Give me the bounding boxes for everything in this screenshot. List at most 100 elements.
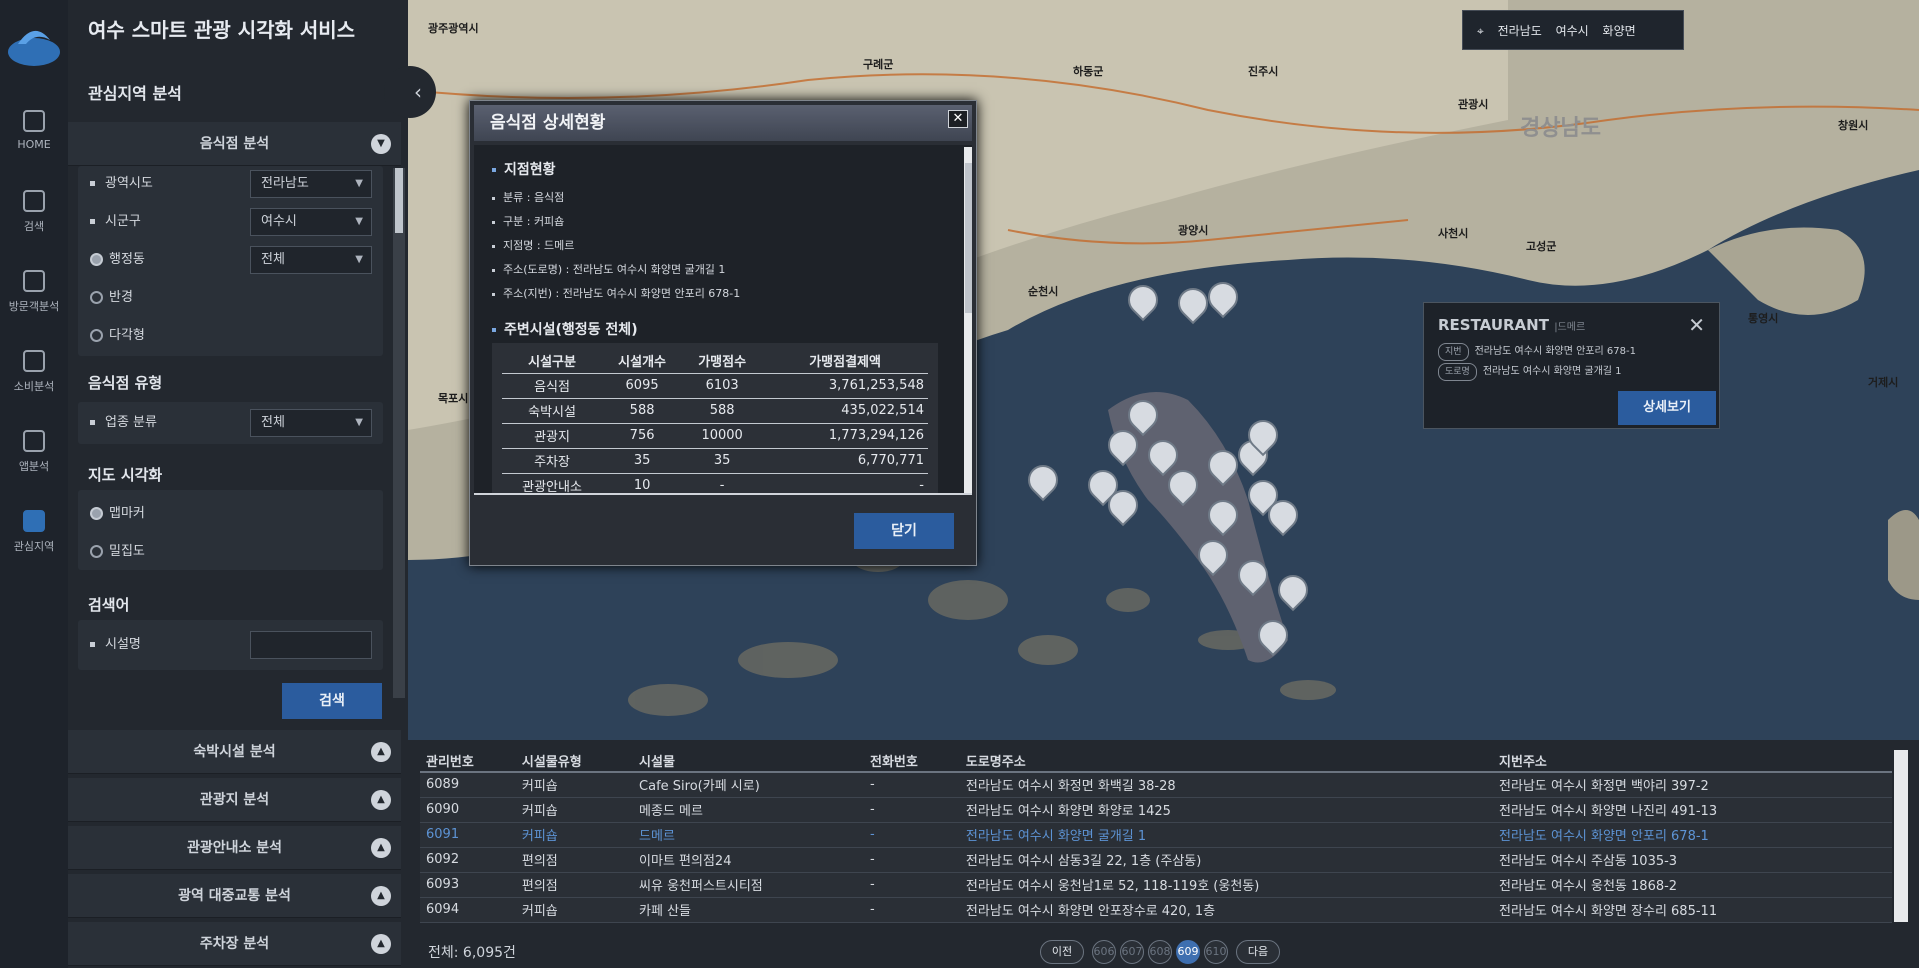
grid-row[interactable]: 6089 커피숍 Cafe Siro(카페 시로) - 전라남도 여수시 화정면 화백길… <box>420 772 1892 798</box>
caret-down-icon: ▼ <box>355 254 363 265</box>
grid-cell: 전라남도 여수시 화정면 백야리 397-2 <box>1493 772 1892 798</box>
jibun-tag: 지번 <box>1438 343 1469 361</box>
accordion-label: 주차장 분석 <box>199 936 270 952</box>
chevron-up-icon[interactable]: ▲ <box>371 790 391 810</box>
caret-down-icon: ▼ <box>355 216 363 227</box>
nav-item-앱분석[interactable]: 앱분석 <box>0 418 68 488</box>
panel-scrollbar-thumb[interactable] <box>395 168 403 233</box>
nav-item-HOME[interactable]: HOME <box>0 98 68 168</box>
panel-scrollbar[interactable] <box>393 168 405 698</box>
close-icon[interactable]: ✕ <box>1688 313 1705 337</box>
region-town[interactable]: 화양면 <box>1603 24 1636 38</box>
region-city[interactable]: 여수시 <box>1556 24 1589 38</box>
modal-body: 지점현황 분류 : 음식점 구분 : 커피숍 지점명 : 드메르 주소(도로명) : … <box>474 145 972 495</box>
nav-item-소비분석[interactable]: 소비분석 <box>0 338 68 408</box>
table-header: 가맹점수 <box>682 349 763 374</box>
next-page-button[interactable]: 다음 <box>1236 940 1280 964</box>
facility-label: 시설명 <box>105 637 141 652</box>
close-icon[interactable]: ✕ <box>948 110 968 128</box>
table-cell: 35 <box>682 448 763 474</box>
table-row: 음식점 6095 6103 3,761,253,548 <box>502 373 928 399</box>
grid-cell: 전라남도 여수시 삼동3길 22, 1층 (주삼동) <box>959 847 1494 873</box>
table-cell: 35 <box>602 448 683 474</box>
table-cell: 588 <box>602 398 683 424</box>
map-city-label: 거제시 <box>1868 376 1899 389</box>
nav-item-label: HOME <box>17 138 51 151</box>
province-select[interactable]: 전라남도 ▼ <box>250 170 372 198</box>
accordion-header[interactable]: 관광지 분석 ▲ <box>68 778 401 822</box>
panel-collapse-button[interactable]: ‹ <box>384 66 436 118</box>
caret-down-icon: ▼ <box>355 178 363 189</box>
card-icon <box>23 350 45 372</box>
polygon-label: 다각형 <box>109 328 145 343</box>
page-button[interactable]: 608 <box>1148 940 1172 964</box>
accordion-header[interactable]: 숙박시설 분석 ▲ <box>68 730 401 774</box>
grid-row[interactable]: 6091 커피숍 드메르 - 전라남도 여수시 화양면 굴개길 1 전라남도 여수시 화양… <box>420 822 1892 848</box>
table-cell: - <box>762 473 928 493</box>
chevron-up-icon[interactable]: ▲ <box>371 742 391 762</box>
chevron-up-icon[interactable]: ▲ <box>371 838 391 858</box>
region-province[interactable]: 전라남도 <box>1498 24 1542 38</box>
map-viz-box: 맵마커 밀집도 <box>78 490 383 570</box>
chevron-up-icon[interactable]: ▲ <box>371 886 391 906</box>
accordion-header[interactable]: 광역 대중교통 분석 ▲ <box>68 874 401 918</box>
detail-button[interactable]: 상세보기 <box>1618 391 1716 425</box>
nav-item-관심지역[interactable]: 관심지역 <box>0 498 68 568</box>
facility-name-input[interactable] <box>250 631 372 659</box>
table-cell: 6103 <box>682 373 763 399</box>
chevron-up-icon[interactable]: ▲ <box>371 934 391 954</box>
close-button[interactable]: 닫기 <box>854 513 954 549</box>
nav-item-label: 검색 <box>23 220 45 233</box>
chevron-left-icon[interactable]: ‹ <box>414 80 422 104</box>
nav-item-검색[interactable]: 검색 <box>0 178 68 248</box>
page-button[interactable]: 609 <box>1176 940 1200 964</box>
table-cell: 6095 <box>602 373 683 399</box>
chevron-down-icon[interactable]: ▼ <box>371 134 391 154</box>
accordion-header[interactable]: 관광안내소 분석 ▲ <box>68 826 401 870</box>
grid-cell: 전라남도 여수시 화양면 나진리 491-13 <box>1493 797 1892 823</box>
restaurant-accordion-header[interactable]: 음식점 분석 ▼ <box>68 122 401 166</box>
dong-select[interactable]: 전체 ▼ <box>250 246 372 274</box>
popup-title: RESTAURANT |드메르 <box>1438 316 1586 334</box>
region-selector[interactable]: ⌖ 전라남도 여수시 화양면 <box>1462 10 1684 50</box>
table-cell: 435,022,514 <box>762 398 928 424</box>
density-radio[interactable] <box>90 545 103 558</box>
category-select[interactable]: 전체 ▼ <box>250 409 372 437</box>
page-button[interactable]: 606 <box>1092 940 1116 964</box>
accordion-header[interactable]: 주차장 분석 ▲ <box>68 922 401 966</box>
page-button[interactable]: 607 <box>1120 940 1144 964</box>
grid-row[interactable]: 6092 편의점 이마트 편의점24- 전라남도 여수시 삼동3길 22, 1층 (주… <box>420 847 1892 873</box>
popup-jibun: 지번 전라남도 여수시 화양면 안포리 678-1 <box>1438 343 1636 361</box>
density-label: 밀집도 <box>109 544 145 559</box>
caret-down-icon: ▼ <box>355 417 363 428</box>
grid-cell: 커피숍 <box>515 797 634 823</box>
grid-scrollbar[interactable] <box>1894 750 1908 922</box>
map-city-label: 광주광역시 <box>428 22 479 35</box>
modal-scrollbar-thumb[interactable] <box>965 163 972 313</box>
grid-header: 지번주소 <box>1493 750 1892 773</box>
dong-radio[interactable] <box>90 253 103 266</box>
search-button[interactable]: 검색 <box>282 683 382 719</box>
nearby-facilities-table: 시설구분 시설개수 가맹점수 가맹점결제액 음식점 6095 6103 3,761,253,5… <box>492 343 938 493</box>
grid-row[interactable]: 6090 커피숍 메종드 메르 - 전라남도 여수시 화양면 화양로 1425 전라남도 … <box>420 797 1892 823</box>
table-header: 시설구분 <box>502 349 603 374</box>
table-cell: 관광안내소 <box>502 473 603 493</box>
polygon-radio[interactable] <box>90 329 103 342</box>
grid-header: 도로명주소 <box>959 750 1494 773</box>
grid-row[interactable]: 6093 편의점 씨유 웅천퍼스트시티점 - 전라남도 여수시 웅천남1로 52, 11… <box>420 872 1892 898</box>
grid-cell: 6090 <box>420 797 516 823</box>
table-cell: 관광지 <box>502 423 603 449</box>
map-city-label: 통영시 <box>1748 312 1779 325</box>
grid-cell: 전라남도 여수시 화양면 장수리 685-11 <box>1493 897 1892 923</box>
city-select[interactable]: 여수시 ▼ <box>250 208 372 236</box>
table-cell: 756 <box>602 423 683 449</box>
region-label: 경상남도 <box>1520 116 1601 141</box>
page-button[interactable]: 610 <box>1204 940 1228 964</box>
keyword-box: 시설명 <box>78 620 383 670</box>
prev-page-button[interactable]: 이전 <box>1040 940 1084 964</box>
nav-item-방문객분석[interactable]: 방문객분석 <box>0 258 68 328</box>
grid-row[interactable]: 6094 커피숍 카페 산들 - 전라남도 여수시 화양면 안포장수로 420, 1층 전… <box>420 897 1892 923</box>
radius-radio[interactable] <box>90 291 103 304</box>
marker-radio[interactable] <box>90 507 103 520</box>
modal-title-text: 음식점 상세현황 <box>490 113 606 133</box>
